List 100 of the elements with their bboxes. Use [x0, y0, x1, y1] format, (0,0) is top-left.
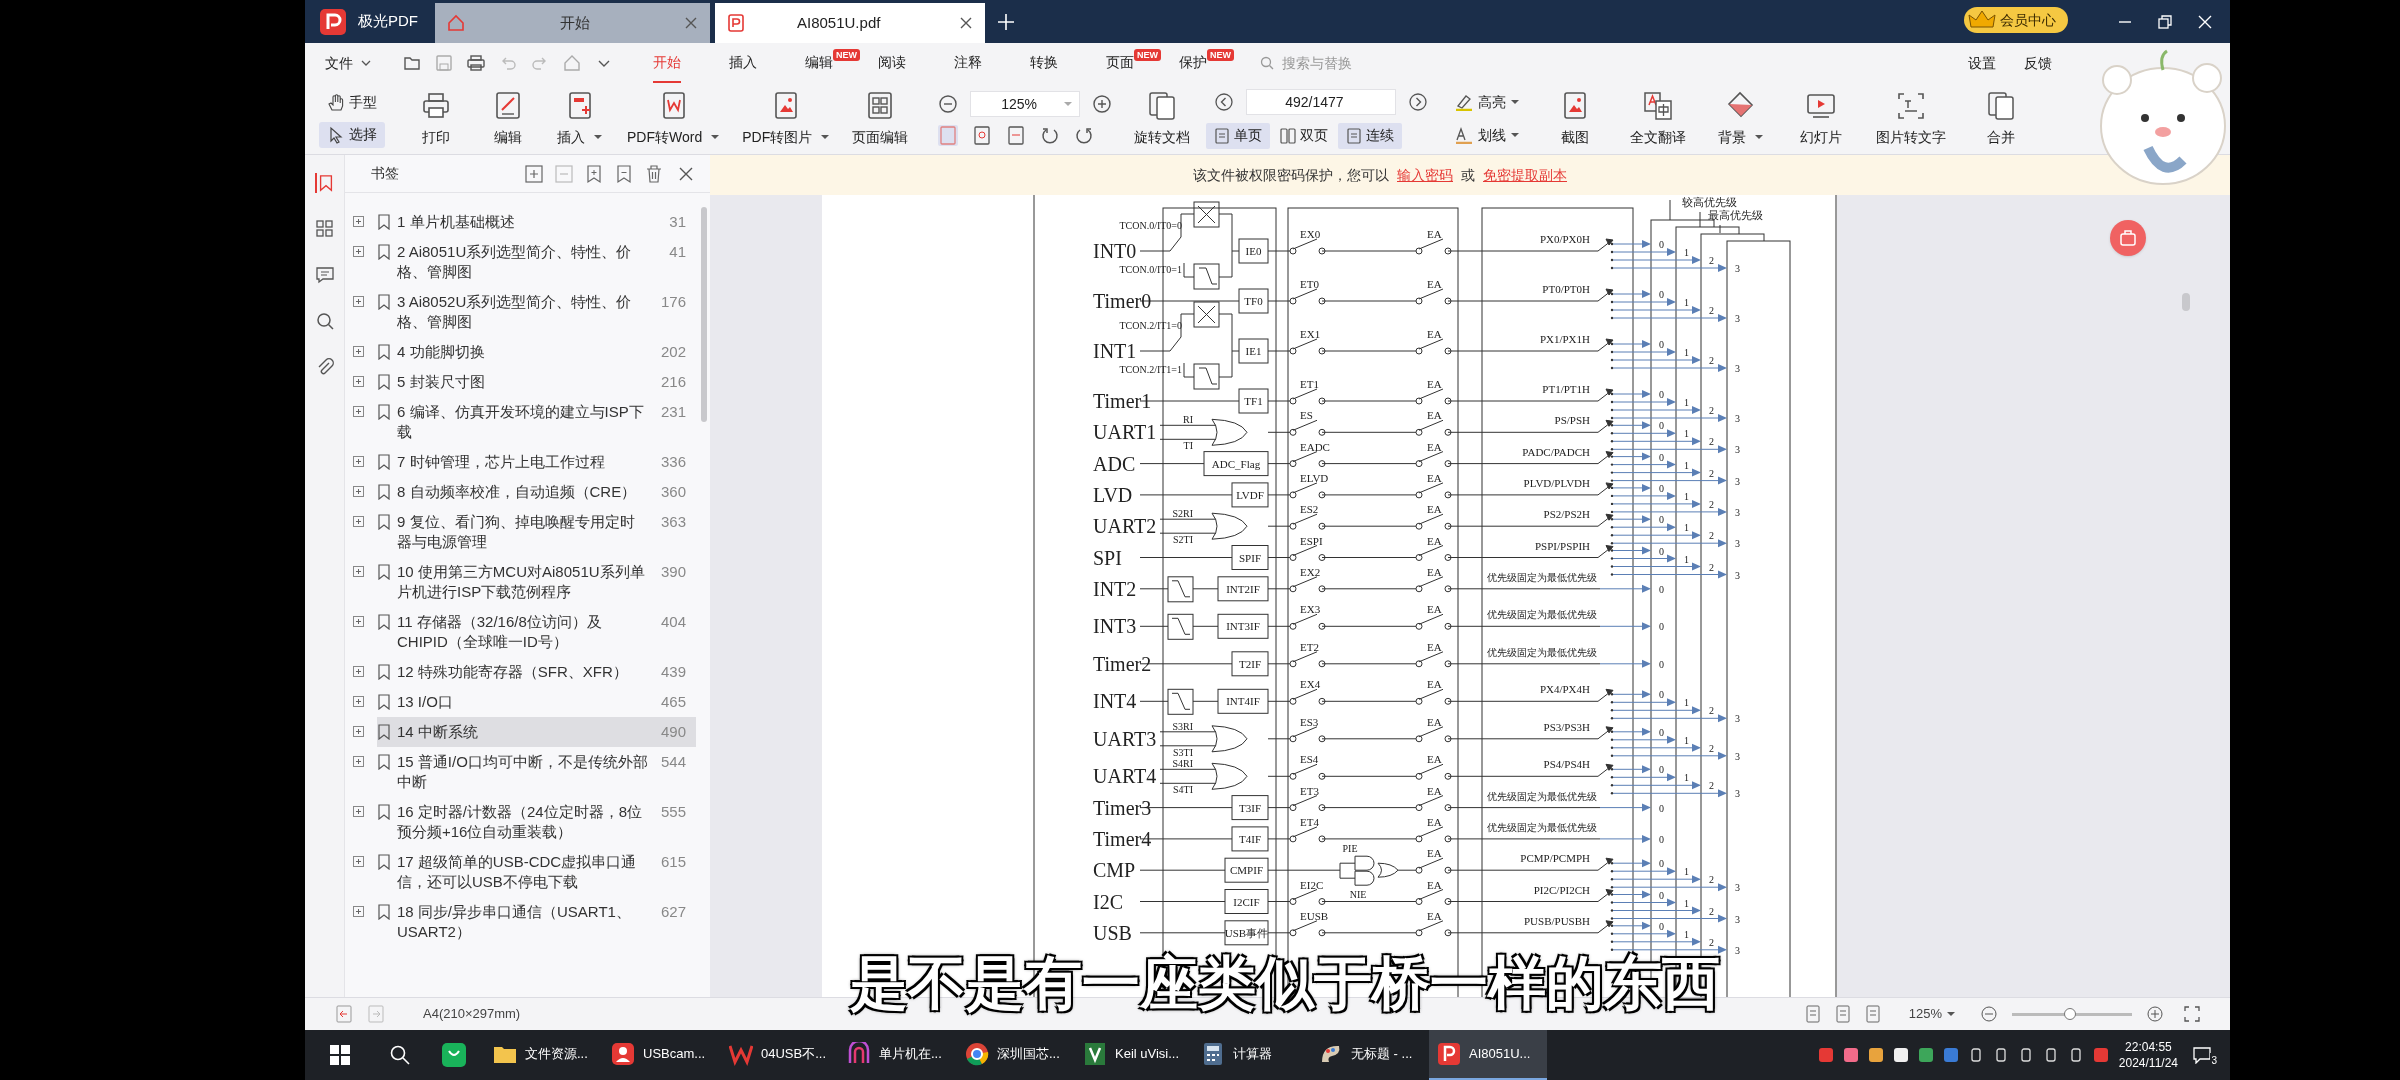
bookmark-item[interactable]: 16 定时器/计数器（24位定时器，8位预分频+16位自动重装载） 555 [377, 797, 696, 847]
markup-button[interactable]: 划线 [1454, 124, 1521, 146]
expand-icon[interactable] [353, 906, 364, 917]
zoom-dropdown[interactable]: 125% [1908, 1004, 1956, 1024]
search-field[interactable]: 搜索与替换 [1282, 52, 1422, 74]
expand-icon[interactable] [353, 566, 364, 577]
expand-icon[interactable] [353, 346, 364, 357]
expand-icon[interactable] [353, 246, 364, 257]
member-center-button[interactable]: 会员中心 [1964, 7, 2068, 33]
fit-page-icon[interactable] [972, 125, 993, 146]
bookmark-item[interactable]: 5 封装尺寸图 216 [377, 367, 696, 397]
pointer-tool-button[interactable]: 手型 [319, 89, 385, 116]
toolbar-button[interactable]: 打印 [411, 87, 461, 150]
collapse-all-icon[interactable] [614, 163, 634, 184]
taskbar-app[interactable]: 文件资源... [485, 1030, 603, 1080]
taskbar-app[interactable]: 单片机在... [839, 1030, 957, 1080]
thumbnails-icon[interactable] [314, 219, 335, 239]
zoom-field[interactable]: 125% [970, 91, 1081, 117]
toolbar-button[interactable]: 编辑 [483, 87, 533, 150]
scrollbar-thumb[interactable] [701, 207, 707, 422]
bookmark-item[interactable]: 17 超级简单的USB-CDC虚拟串口通信，还可以USB不停电下载 615 [377, 847, 696, 897]
trash-icon[interactable] [644, 163, 664, 184]
toolbar-button[interactable]: 旋转文档 [1134, 87, 1191, 150]
expand-icon[interactable] [353, 666, 364, 677]
expand-all-icon[interactable] [584, 163, 604, 184]
menu-link[interactable]: 设置 [1968, 52, 1996, 74]
document-tab[interactable]: 开始 [435, 3, 710, 43]
extract-copy-link[interactable]: 免密提取副本 [1483, 164, 1567, 186]
scrollbar-thumb[interactable] [2182, 293, 2190, 311]
taskbar-app[interactable]: 04USB不... [721, 1030, 839, 1080]
taskbar-app[interactable]: 深圳国芯... [957, 1030, 1075, 1080]
bookmark-item[interactable]: 8 自动频率校准，自动追频（CRE） 360 [377, 477, 696, 507]
bookmark-item[interactable]: 15 普通I/O口均可中断，不是传统外部中断 544 [377, 747, 696, 797]
open-folder-icon[interactable] [403, 54, 421, 72]
toolbar-button[interactable]: 全文翻译 [1630, 87, 1687, 150]
menu-link[interactable]: 反馈 [2024, 52, 2052, 74]
bookmark-item[interactable]: 10 使用第三方MCU对Ai8051U系列单片机进行ISP下载范例程序 390 [377, 557, 696, 607]
expand-icon[interactable] [353, 456, 364, 467]
zoom-out-icon[interactable] [938, 94, 959, 114]
menu-tab[interactable]: 页面 [1106, 43, 1134, 83]
next-page-icon[interactable] [1408, 91, 1429, 112]
comment-icon[interactable] [314, 265, 335, 285]
taskbar-app[interactable]: Keil uVisi... [1075, 1030, 1193, 1080]
expand-icon[interactable] [353, 406, 364, 417]
expand-icon[interactable] [353, 756, 364, 767]
bookmark-item[interactable]: 12 特殊功能寄存器（SFR、XFR） 439 [377, 657, 696, 687]
expand-icon[interactable] [353, 726, 364, 737]
zoom-in-icon[interactable] [1092, 94, 1113, 114]
chat-app-icon[interactable] [441, 1042, 467, 1068]
toolbar-button[interactable]: 页面编辑 [852, 87, 909, 150]
toolbar-button[interactable]: 幻灯片 [1796, 87, 1847, 150]
toolbar-button[interactable]: 背景 [1716, 87, 1767, 150]
toolbar-button[interactable]: 图片转文字 [1876, 87, 1947, 150]
tray-icon[interactable] [1892, 1047, 1909, 1063]
bookmark-item[interactable]: 18 同步/异步串口通信（USART1、USART2） 627 [377, 897, 696, 947]
zoom-in-icon[interactable] [2146, 1005, 2164, 1023]
taskbar-app[interactable]: 无标题 - ... [1311, 1030, 1429, 1080]
bookmark-item[interactable]: 9 复位、看门狗、掉电唤醒专用定时器与电源管理 363 [377, 507, 696, 557]
rotate-left-icon[interactable] [1040, 125, 1061, 146]
toolbar-button[interactable]: 合并 [1976, 87, 2027, 150]
menu-tab[interactable]: 转换 [1030, 43, 1058, 83]
toolbar-button[interactable]: 截图 [1550, 87, 1601, 150]
previous-page-icon[interactable] [1214, 91, 1235, 112]
expand-icon[interactable] [353, 296, 364, 307]
expand-icon[interactable] [353, 806, 364, 817]
bookmark-icon[interactable] [314, 173, 335, 193]
taskbar-app[interactable]: 计算器 [1193, 1030, 1311, 1080]
expand-icon[interactable] [353, 216, 364, 227]
search-icon[interactable] [314, 311, 335, 331]
menu-tab[interactable]: 编辑 [805, 43, 833, 83]
page-number-field[interactable]: 492/1477 [1246, 88, 1397, 115]
toolbar-button[interactable]: PDF转图片 [742, 87, 831, 150]
zoom-slider-thumb[interactable] [2063, 1007, 2076, 1020]
expand-icon[interactable] [353, 486, 364, 497]
restore-icon[interactable] [2158, 15, 2172, 29]
fullscreen-icon[interactable] [2184, 1006, 2200, 1022]
rotate-right-icon[interactable] [1074, 125, 1095, 146]
print-icon[interactable] [467, 54, 485, 72]
close-icon[interactable] [959, 16, 973, 30]
bookmark-item[interactable]: 2 Ai8051U系列选型简介、特性、价格、管脚图 41 [377, 237, 696, 287]
taskbar-app[interactable]: USBcam... [603, 1030, 721, 1080]
bookmark-item[interactable]: 7 时钟管理，芯片上电工作过程 336 [377, 447, 696, 477]
menu-tab[interactable]: 插入 [729, 43, 757, 83]
toolbar-button[interactable]: PDF转Word [627, 87, 721, 150]
bookmark-item[interactable]: 4 功能脚切换 202 [377, 337, 696, 367]
floating-tool-button[interactable] [2110, 220, 2146, 256]
new-tab-icon[interactable] [997, 13, 1015, 31]
bookmark-item[interactable]: 1 单片机基础概述 31 [377, 207, 696, 237]
enter-password-link[interactable]: 输入密码 [1397, 164, 1453, 186]
expand-icon[interactable] [353, 376, 364, 387]
file-menu[interactable]: 文件 [325, 52, 371, 74]
menu-tab[interactable]: 阅读 [878, 43, 906, 83]
markup-button[interactable]: 高亮 [1454, 91, 1521, 113]
bookmark-item[interactable]: 13 I/O口 465 [377, 687, 696, 717]
menu-tab[interactable]: 保护 [1179, 43, 1207, 83]
bookmark-item[interactable]: 3 Ai8052U系列选型简介、特性、价格、管脚图 176 [377, 287, 696, 337]
view-mode-button[interactable]: 连续 [1338, 122, 1403, 149]
zoom-out-icon[interactable] [1980, 1005, 1998, 1023]
bookmark-item[interactable]: 11 存储器（32/16/8位访问）及CHIPID（全球唯一ID号） 404 [377, 607, 696, 657]
fit-width-icon[interactable] [1006, 125, 1027, 146]
